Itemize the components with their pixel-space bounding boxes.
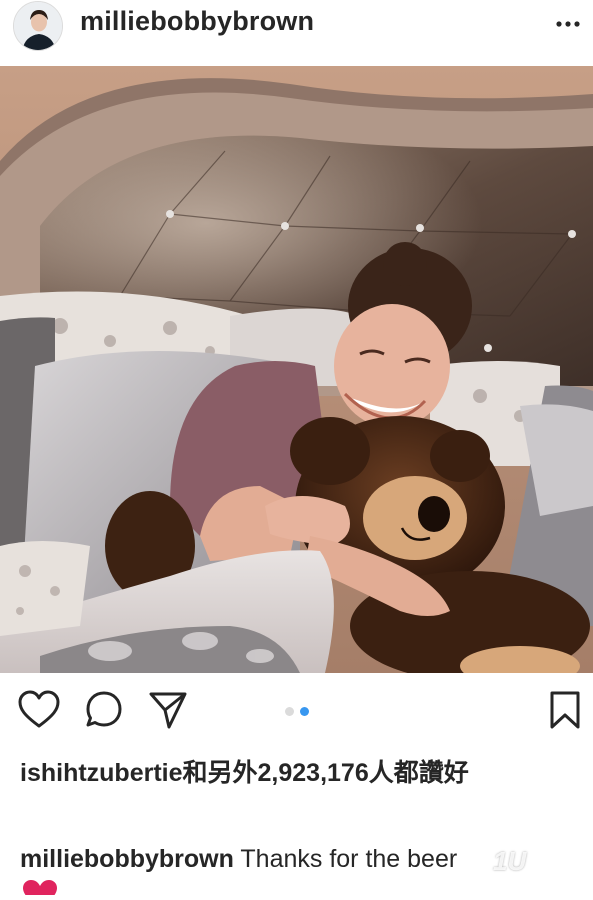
- bookmark-icon[interactable]: [549, 690, 581, 735]
- likes-count[interactable]: ishihtzubertie和另外2,923,176人都讚好: [20, 756, 580, 790]
- caption-text: Thanks for the beer: [240, 845, 458, 873]
- post-photo[interactable]: [0, 66, 593, 673]
- red-heart-emoji: [22, 879, 58, 900]
- carousel-dot: [285, 707, 294, 716]
- post-actions: [0, 690, 593, 734]
- avatar[interactable]: [13, 1, 63, 51]
- photo-illustration: [0, 66, 593, 673]
- carousel-dot-active: [300, 707, 309, 716]
- send-paper-plane-icon[interactable]: [148, 690, 188, 735]
- post-username[interactable]: milliebobbybrown: [80, 6, 314, 37]
- avatar-image: [14, 2, 62, 50]
- comment-bubble-icon[interactable]: [84, 690, 124, 735]
- caption-username[interactable]: milliebobbybrown: [20, 845, 234, 873]
- watermark-logo: 1U: [493, 846, 527, 876]
- post-header: milliebobbybrown: [0, 0, 593, 66]
- heart-outline-icon[interactable]: [18, 690, 60, 735]
- more-options-icon[interactable]: [556, 14, 580, 34]
